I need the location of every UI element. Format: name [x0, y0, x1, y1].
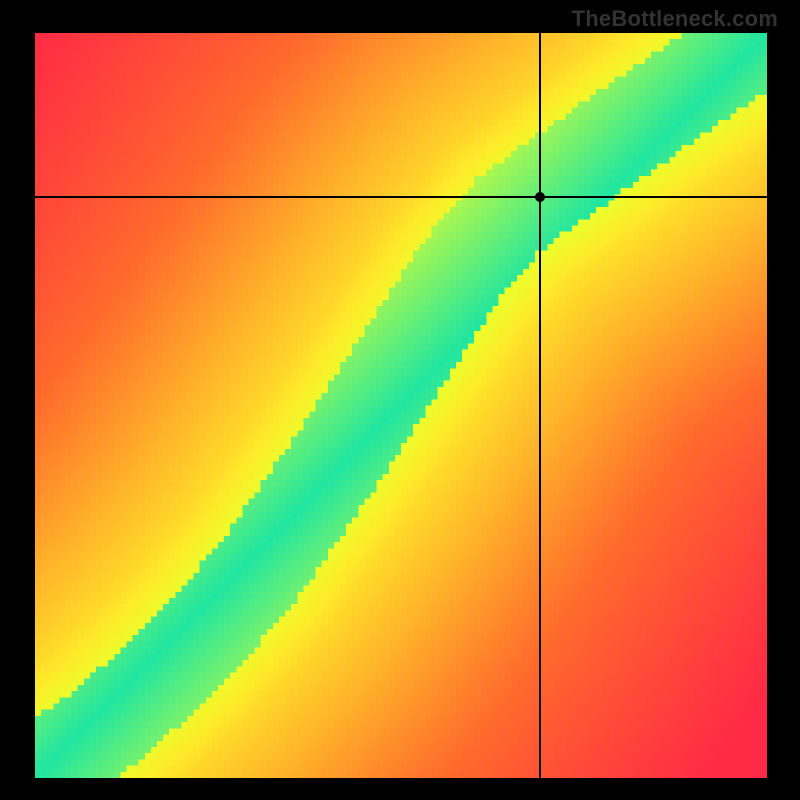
crosshair-marker — [535, 192, 545, 202]
crosshair-vertical — [539, 33, 541, 778]
heatmap-canvas — [35, 33, 767, 778]
heatmap-plot — [35, 33, 767, 778]
crosshair-horizontal — [35, 196, 767, 198]
watermark-text: TheBottleneck.com — [572, 6, 778, 32]
